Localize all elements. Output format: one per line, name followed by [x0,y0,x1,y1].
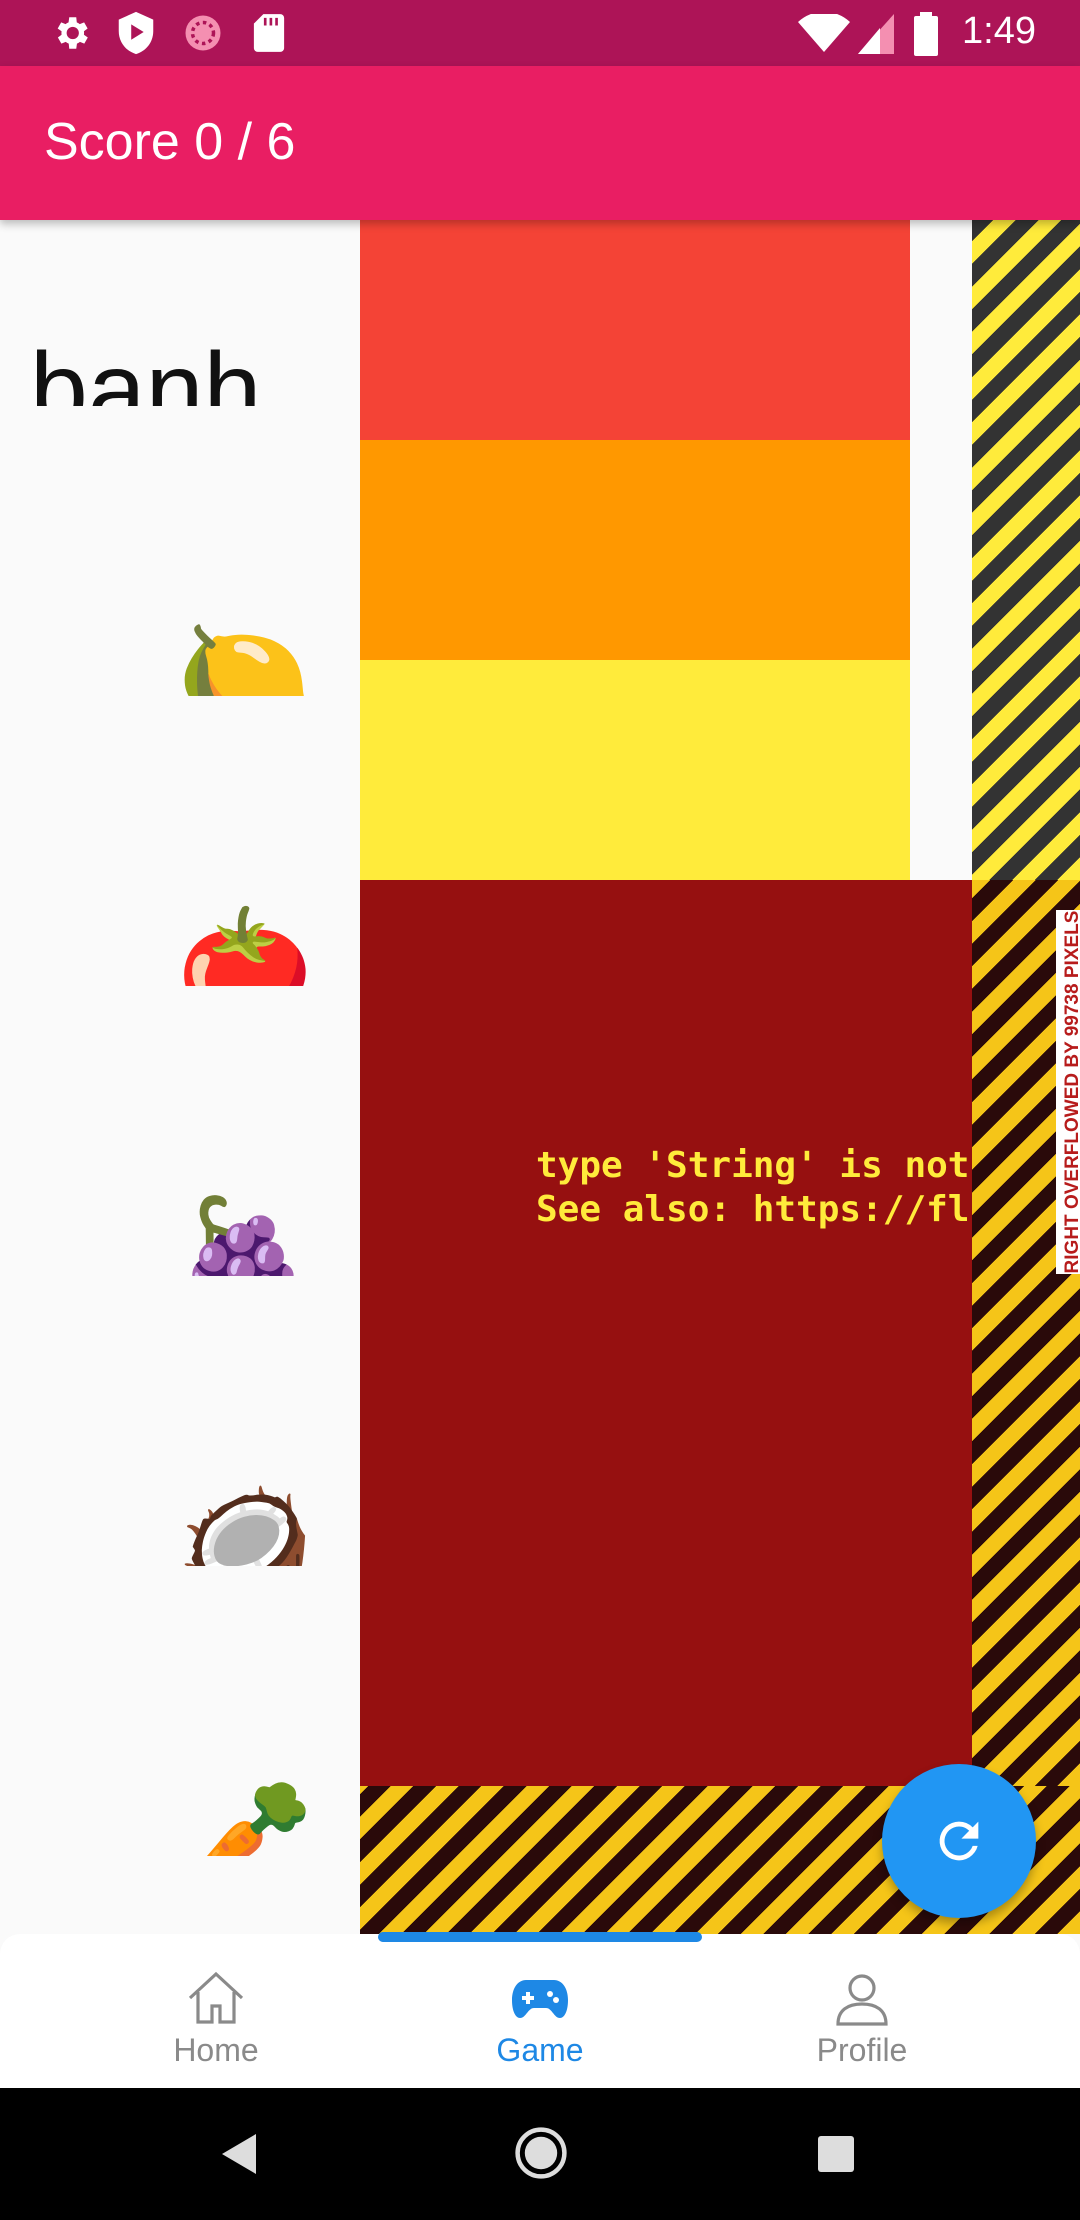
error-line-2: See also: https://flutt [536,1189,972,1230]
nav-home-label: Home [173,2032,259,2068]
refresh-button[interactable] [882,1764,1036,1918]
system-navigation-bar [0,2088,1080,2220]
tomato-emoji[interactable]: 🍅 [160,896,330,986]
overflow-stripe-top [972,220,1080,880]
fruit-column [0,220,360,1934]
wifi-icon [798,14,850,52]
clock: 1:49 [962,10,1036,52]
shield-play-icon [118,11,154,55]
signal-icon [858,14,894,54]
orange-target[interactable] [360,440,910,660]
red-target[interactable] [360,220,910,440]
error-line-1: type 'String' is not a [536,1145,972,1186]
lemon-emoji[interactable]: 🍋 [160,606,330,696]
battery-icon [914,12,938,56]
nav-game[interactable]: Game [360,1934,720,2088]
gap [910,220,972,880]
carrot-emoji[interactable]: 🥕 [160,1766,330,1856]
pie-icon [185,15,221,51]
app-bar: Score 0 / 6 [0,66,1080,220]
yellow-target[interactable] [360,660,910,880]
error-message: type 'String' is not a See also: https://… [536,1144,972,1232]
back-icon[interactable] [222,2134,258,2174]
nav-profile[interactable]: Profile [682,1934,1042,2088]
target-word[interactable]: banh [30,320,261,406]
home-circle-icon[interactable] [514,2126,568,2180]
recents-icon[interactable] [818,2136,854,2172]
sd-card-icon [253,14,285,52]
nav-home[interactable]: Home [36,1934,396,2088]
refresh-icon [939,1821,979,1861]
profile-icon [836,1974,888,2026]
home-icon [188,1971,244,2024]
overflow-label: RIGHT OVERFLOWED BY 99738 PIXELS [1056,910,1080,1274]
active-tab-indicator [378,1932,702,1942]
gamepad-icon [512,1980,568,2018]
error-panel [360,880,972,1786]
status-bar: 1:49 [0,0,1080,66]
nav-game-label: Game [496,2032,584,2068]
bottom-navigation: Home Game Profile [0,1934,1080,2088]
settings-icon [57,17,88,49]
score-title: Score 0 / 6 [44,113,296,171]
nav-profile-label: Profile [816,2032,908,2068]
coconut-emoji[interactable]: 🥥 [160,1476,330,1566]
grapes-emoji[interactable]: 🍇 [160,1186,330,1276]
overflow-label-text: RIGHT OVERFLOWED BY 99738 PIXELS [1062,910,1080,1274]
